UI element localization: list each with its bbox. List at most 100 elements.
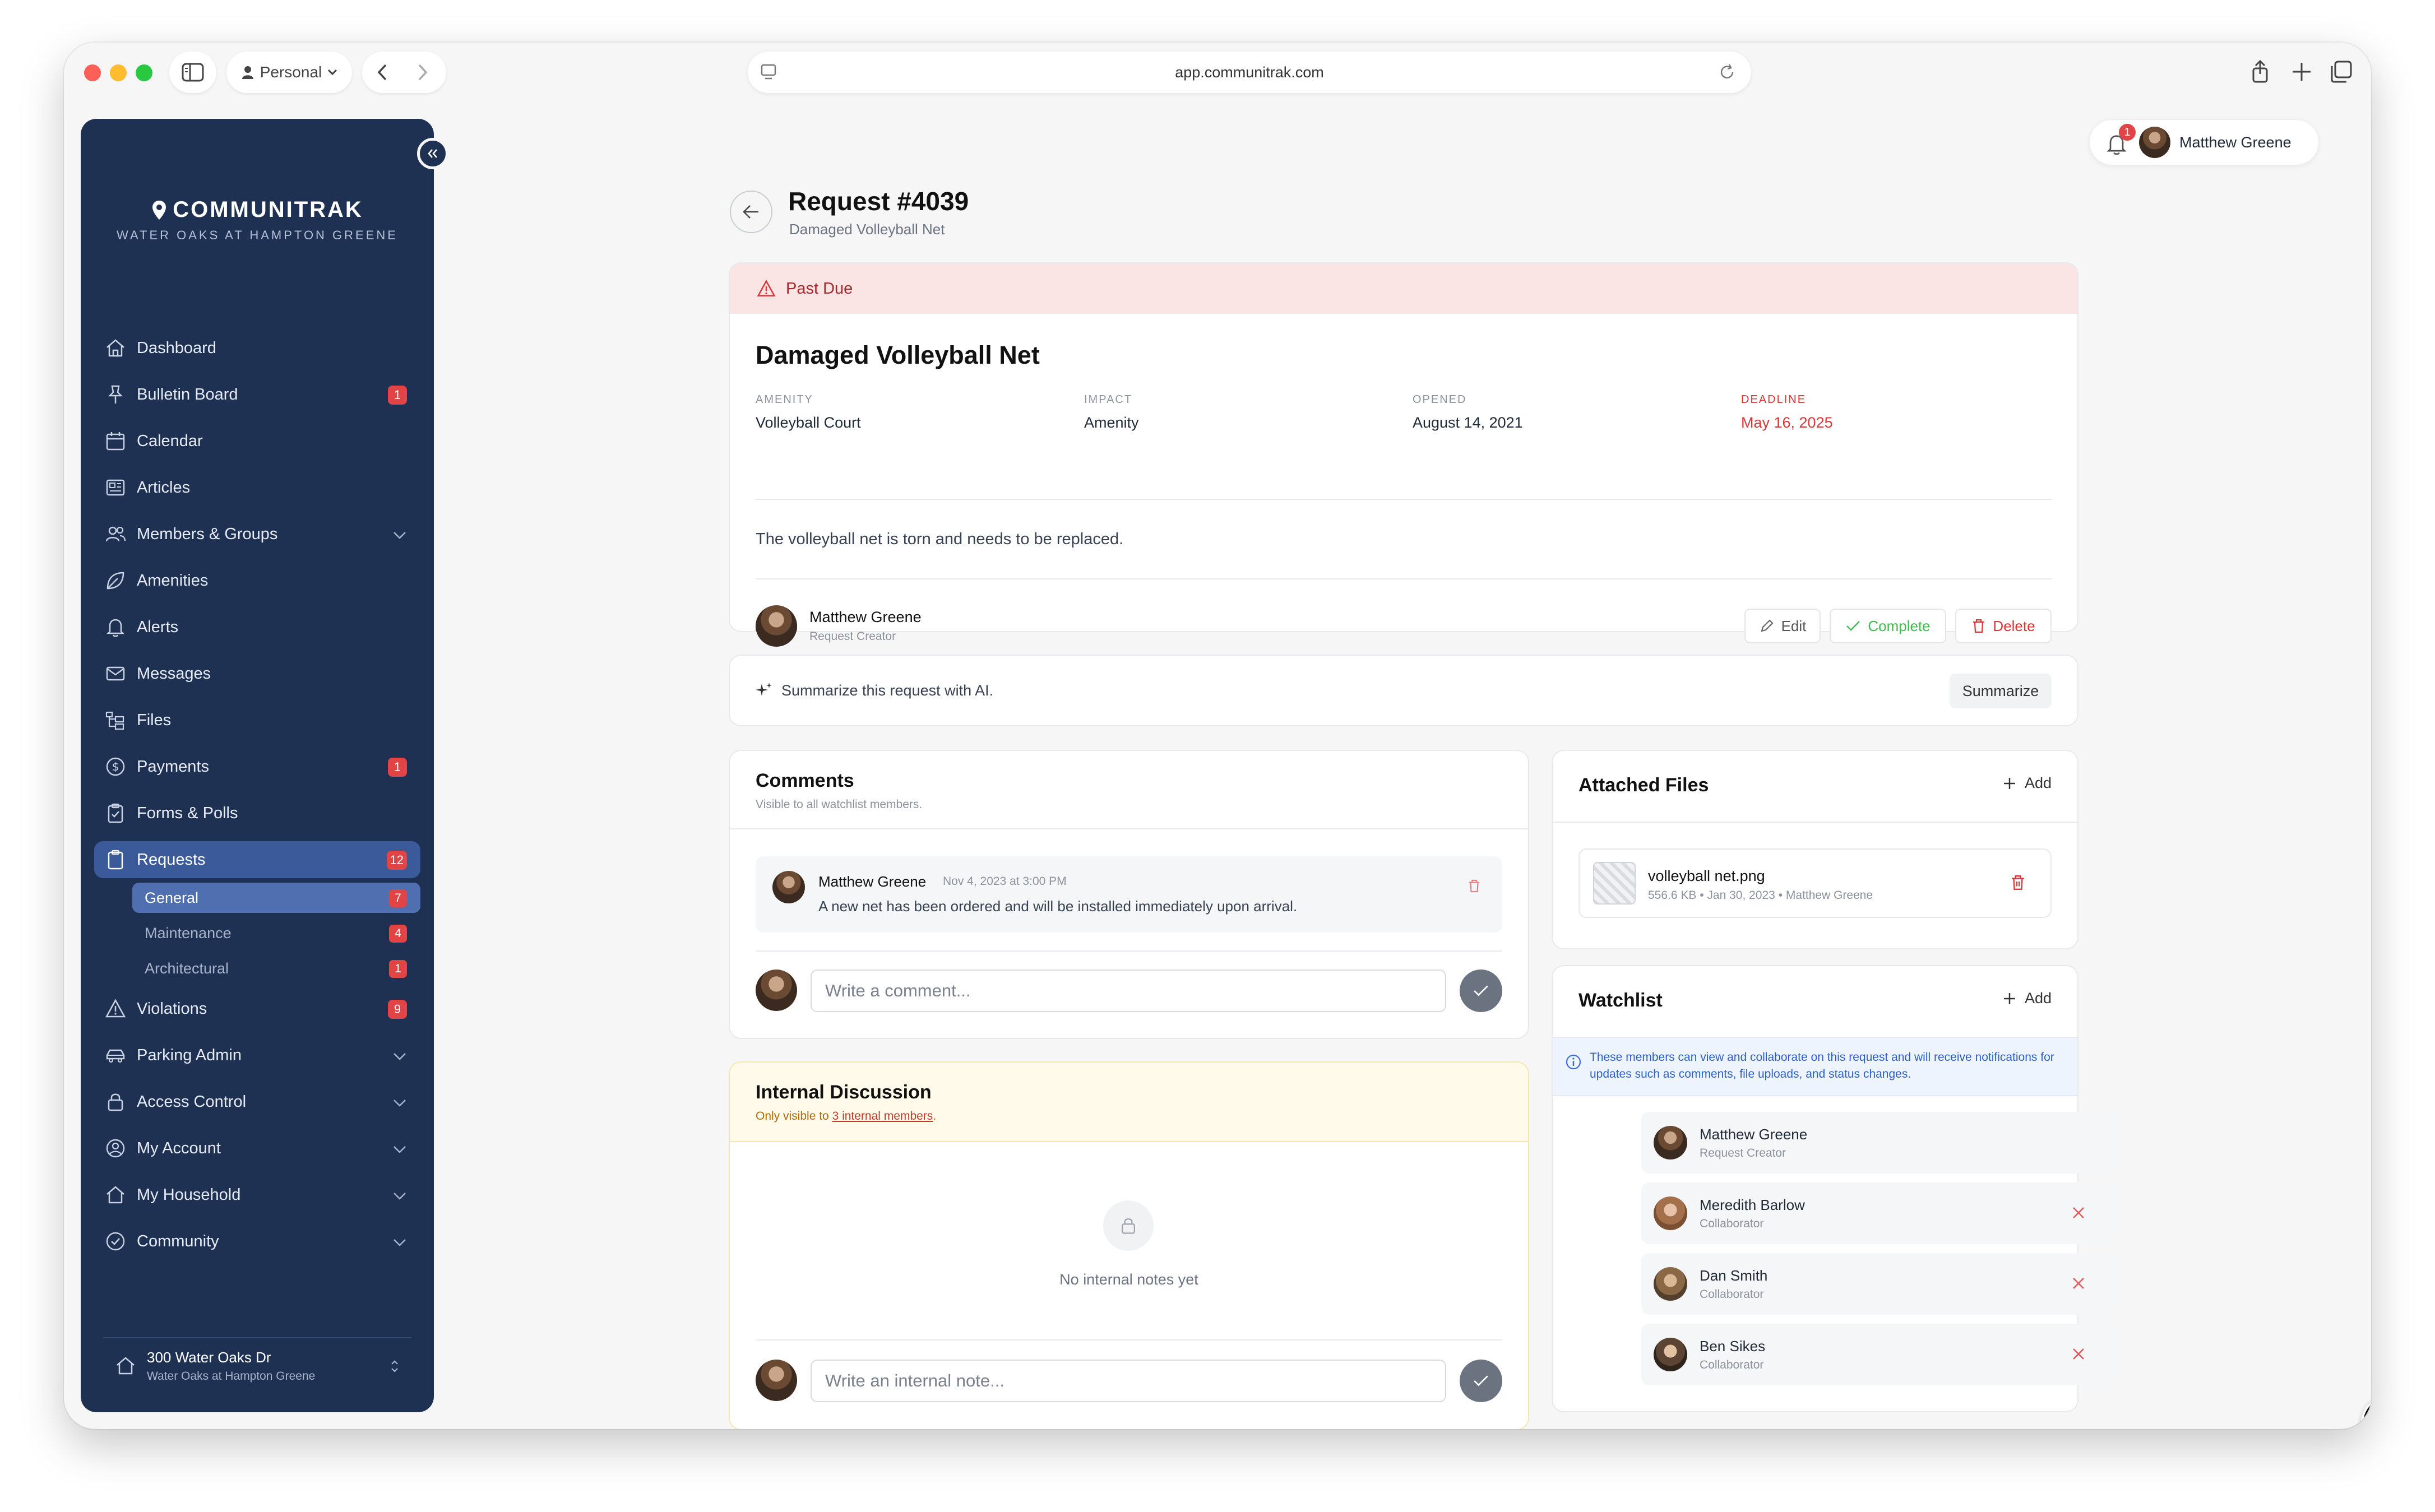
avatar bbox=[756, 970, 797, 1011]
remove-member-icon[interactable] bbox=[2070, 1204, 2087, 1222]
chevron-down-icon bbox=[328, 69, 337, 76]
sidebar-item-forms-polls[interactable]: Forms & Polls bbox=[94, 795, 420, 832]
summarize-button[interactable]: Summarize bbox=[1950, 674, 2052, 708]
internal-note-input[interactable]: Write an internal note... bbox=[811, 1360, 1446, 1402]
sidebar-item-violations[interactable]: Violations 9 bbox=[94, 990, 420, 1027]
trash-icon[interactable] bbox=[1468, 879, 1481, 893]
back-button[interactable] bbox=[730, 191, 772, 233]
sidebar-item-access-control[interactable]: Access Control bbox=[94, 1083, 420, 1120]
internal-header: Internal Discussion Only visible to 3 in… bbox=[730, 1063, 1528, 1142]
field-label: DEADLINE bbox=[1741, 393, 1807, 406]
trash-icon bbox=[1973, 619, 1985, 633]
file-item[interactable]: volleyball net.png 556.6 KB • Jan 30, 20… bbox=[1578, 848, 2052, 918]
sidebar-item-my-household[interactable]: My Household bbox=[94, 1176, 420, 1213]
warning-triangle-icon bbox=[757, 280, 776, 296]
close-window-button[interactable] bbox=[84, 64, 101, 81]
sidebar-item-alerts[interactable]: Alerts bbox=[94, 609, 420, 646]
chevron-down-icon bbox=[394, 532, 406, 539]
sidebar-subitem-general[interactable]: General 7 bbox=[132, 883, 420, 913]
sidebar-item-calendar[interactable]: Calendar bbox=[94, 423, 420, 460]
sidebar-item-bulletin-board[interactable]: Bulletin Board 1 bbox=[94, 376, 420, 413]
chevron-down-icon bbox=[394, 1193, 406, 1200]
sidebar-item-files[interactable]: Files bbox=[94, 702, 420, 739]
forward-arrow-icon[interactable] bbox=[407, 63, 435, 82]
page-settings-icon[interactable] bbox=[760, 63, 777, 82]
sidebar-subitem-maintenance[interactable]: Maintenance 4 bbox=[132, 918, 420, 948]
send-note-button[interactable] bbox=[1460, 1360, 1502, 1402]
sidebar-item-label: My Account bbox=[137, 1139, 221, 1157]
divider bbox=[756, 950, 1502, 952]
url-text: app.communitrak.com bbox=[1175, 63, 1324, 81]
member-name: Matthew Greene bbox=[1700, 1125, 1808, 1143]
send-comment-button[interactable] bbox=[1460, 970, 1502, 1012]
edit-button[interactable]: Edit bbox=[1744, 609, 1821, 643]
user-name: Matthew Greene bbox=[2179, 133, 2292, 151]
sidebar-item-messages[interactable]: Messages bbox=[94, 655, 420, 692]
complete-button[interactable]: Complete bbox=[1830, 609, 1946, 643]
watchlist-member: Ben Sikes Collaborator bbox=[1641, 1324, 2113, 1385]
profile-button[interactable]: Personal bbox=[226, 52, 352, 93]
member-name: Dan Smith bbox=[1700, 1267, 1768, 1284]
brand: COMMUNITRAK WATER OAKS AT HAMPTON GREENE bbox=[81, 197, 434, 243]
browser-window: Personal app.communitrak.com COMMUNITRAK… bbox=[64, 43, 2371, 1429]
add-watcher-button[interactable]: Add bbox=[2002, 990, 2052, 1007]
avatar bbox=[2139, 127, 2170, 158]
comments-subtitle: Visible to all watchlist members. bbox=[756, 798, 923, 811]
member-role: Collaborator bbox=[1700, 1287, 1764, 1301]
sidebar-item-members-groups[interactable]: Members & Groups bbox=[94, 516, 420, 553]
sidebar-subitem-architectural[interactable]: Architectural 1 bbox=[132, 953, 420, 984]
sidebar-item-label: Requests bbox=[137, 850, 206, 869]
share-icon[interactable] bbox=[2248, 59, 2272, 84]
new-tab-icon[interactable] bbox=[2289, 59, 2314, 84]
calendar-icon bbox=[106, 432, 125, 451]
page-subtitle: Damaged Volleyball Net bbox=[789, 221, 945, 238]
empty-state-text: No internal notes yet bbox=[1059, 1271, 1198, 1288]
field-value: Amenity bbox=[1084, 414, 1139, 431]
back-arrow-icon[interactable] bbox=[373, 63, 407, 82]
sidebar-item-community[interactable]: Community bbox=[94, 1223, 420, 1260]
notifications-button[interactable]: 1 bbox=[2104, 124, 2136, 156]
sidebar-item-amenities[interactable]: Amenities bbox=[94, 562, 420, 599]
plus-icon bbox=[2003, 777, 2015, 789]
user-menu[interactable]: 1 Matthew Greene bbox=[2090, 120, 2318, 165]
reload-icon[interactable] bbox=[1718, 63, 1737, 82]
tab-overview-icon[interactable] bbox=[2328, 59, 2353, 84]
chevron-down-icon bbox=[394, 1239, 406, 1246]
chevron-down-icon bbox=[394, 1053, 406, 1060]
sidebar-item-parking-admin[interactable]: Parking Admin bbox=[94, 1037, 420, 1074]
sidebar-item-articles[interactable]: Articles bbox=[94, 469, 420, 506]
comment-time: Nov 4, 2023 at 3:00 PM bbox=[943, 875, 1067, 888]
help-button[interactable] bbox=[2361, 1395, 2371, 1429]
internal-discussion-card: Internal Discussion Only visible to 3 in… bbox=[730, 1063, 1528, 1429]
checkmark-icon bbox=[1846, 621, 1860, 631]
sidebar-item-my-account[interactable]: My Account bbox=[94, 1130, 420, 1167]
trash-icon[interactable] bbox=[2010, 874, 2026, 891]
brand-logo[interactable]: COMMUNITRAK bbox=[81, 197, 434, 222]
remove-member-icon[interactable] bbox=[2070, 1345, 2087, 1363]
property-switcher[interactable]: 300 Water Oaks Dr Water Oaks at Hampton … bbox=[103, 1337, 411, 1393]
sidebar-toggle-button[interactable] bbox=[169, 52, 216, 93]
sidebar-item-dashboard[interactable]: Dashboard bbox=[94, 330, 420, 367]
field-amenity: AMENITY Volleyball Court bbox=[756, 393, 861, 432]
sidebar-item-label: Calendar bbox=[137, 432, 203, 450]
field-opened: OPENED August 14, 2021 bbox=[1413, 393, 1523, 432]
clipboard-check-icon bbox=[108, 803, 123, 823]
empty-state-icon-wrap bbox=[1103, 1200, 1154, 1251]
sidebar-item-payments[interactable]: $ Payments 1 bbox=[94, 748, 420, 785]
remove-member-icon[interactable] bbox=[2070, 1274, 2087, 1292]
zoom-window-button[interactable] bbox=[136, 64, 152, 81]
avatar bbox=[756, 1360, 797, 1401]
internal-members-link[interactable]: 3 internal members bbox=[832, 1110, 933, 1123]
add-file-button[interactable]: Add bbox=[2002, 774, 2052, 792]
minimize-window-button[interactable] bbox=[110, 64, 127, 81]
address-bar[interactable]: app.communitrak.com bbox=[748, 52, 1751, 93]
sidebar-item-label: Forms & Polls bbox=[137, 804, 238, 822]
avatar bbox=[1654, 1126, 1687, 1159]
sidebar-item-requests[interactable]: Requests 12 bbox=[94, 841, 420, 878]
delete-button[interactable]: Delete bbox=[1955, 609, 2052, 643]
chevron-down-icon bbox=[394, 1146, 406, 1153]
comment-input[interactable]: Write a comment... bbox=[811, 970, 1446, 1012]
file-name: volleyball net.png bbox=[1648, 868, 1765, 884]
collapse-sidebar-button[interactable] bbox=[417, 138, 448, 169]
newspaper-icon bbox=[106, 479, 125, 496]
